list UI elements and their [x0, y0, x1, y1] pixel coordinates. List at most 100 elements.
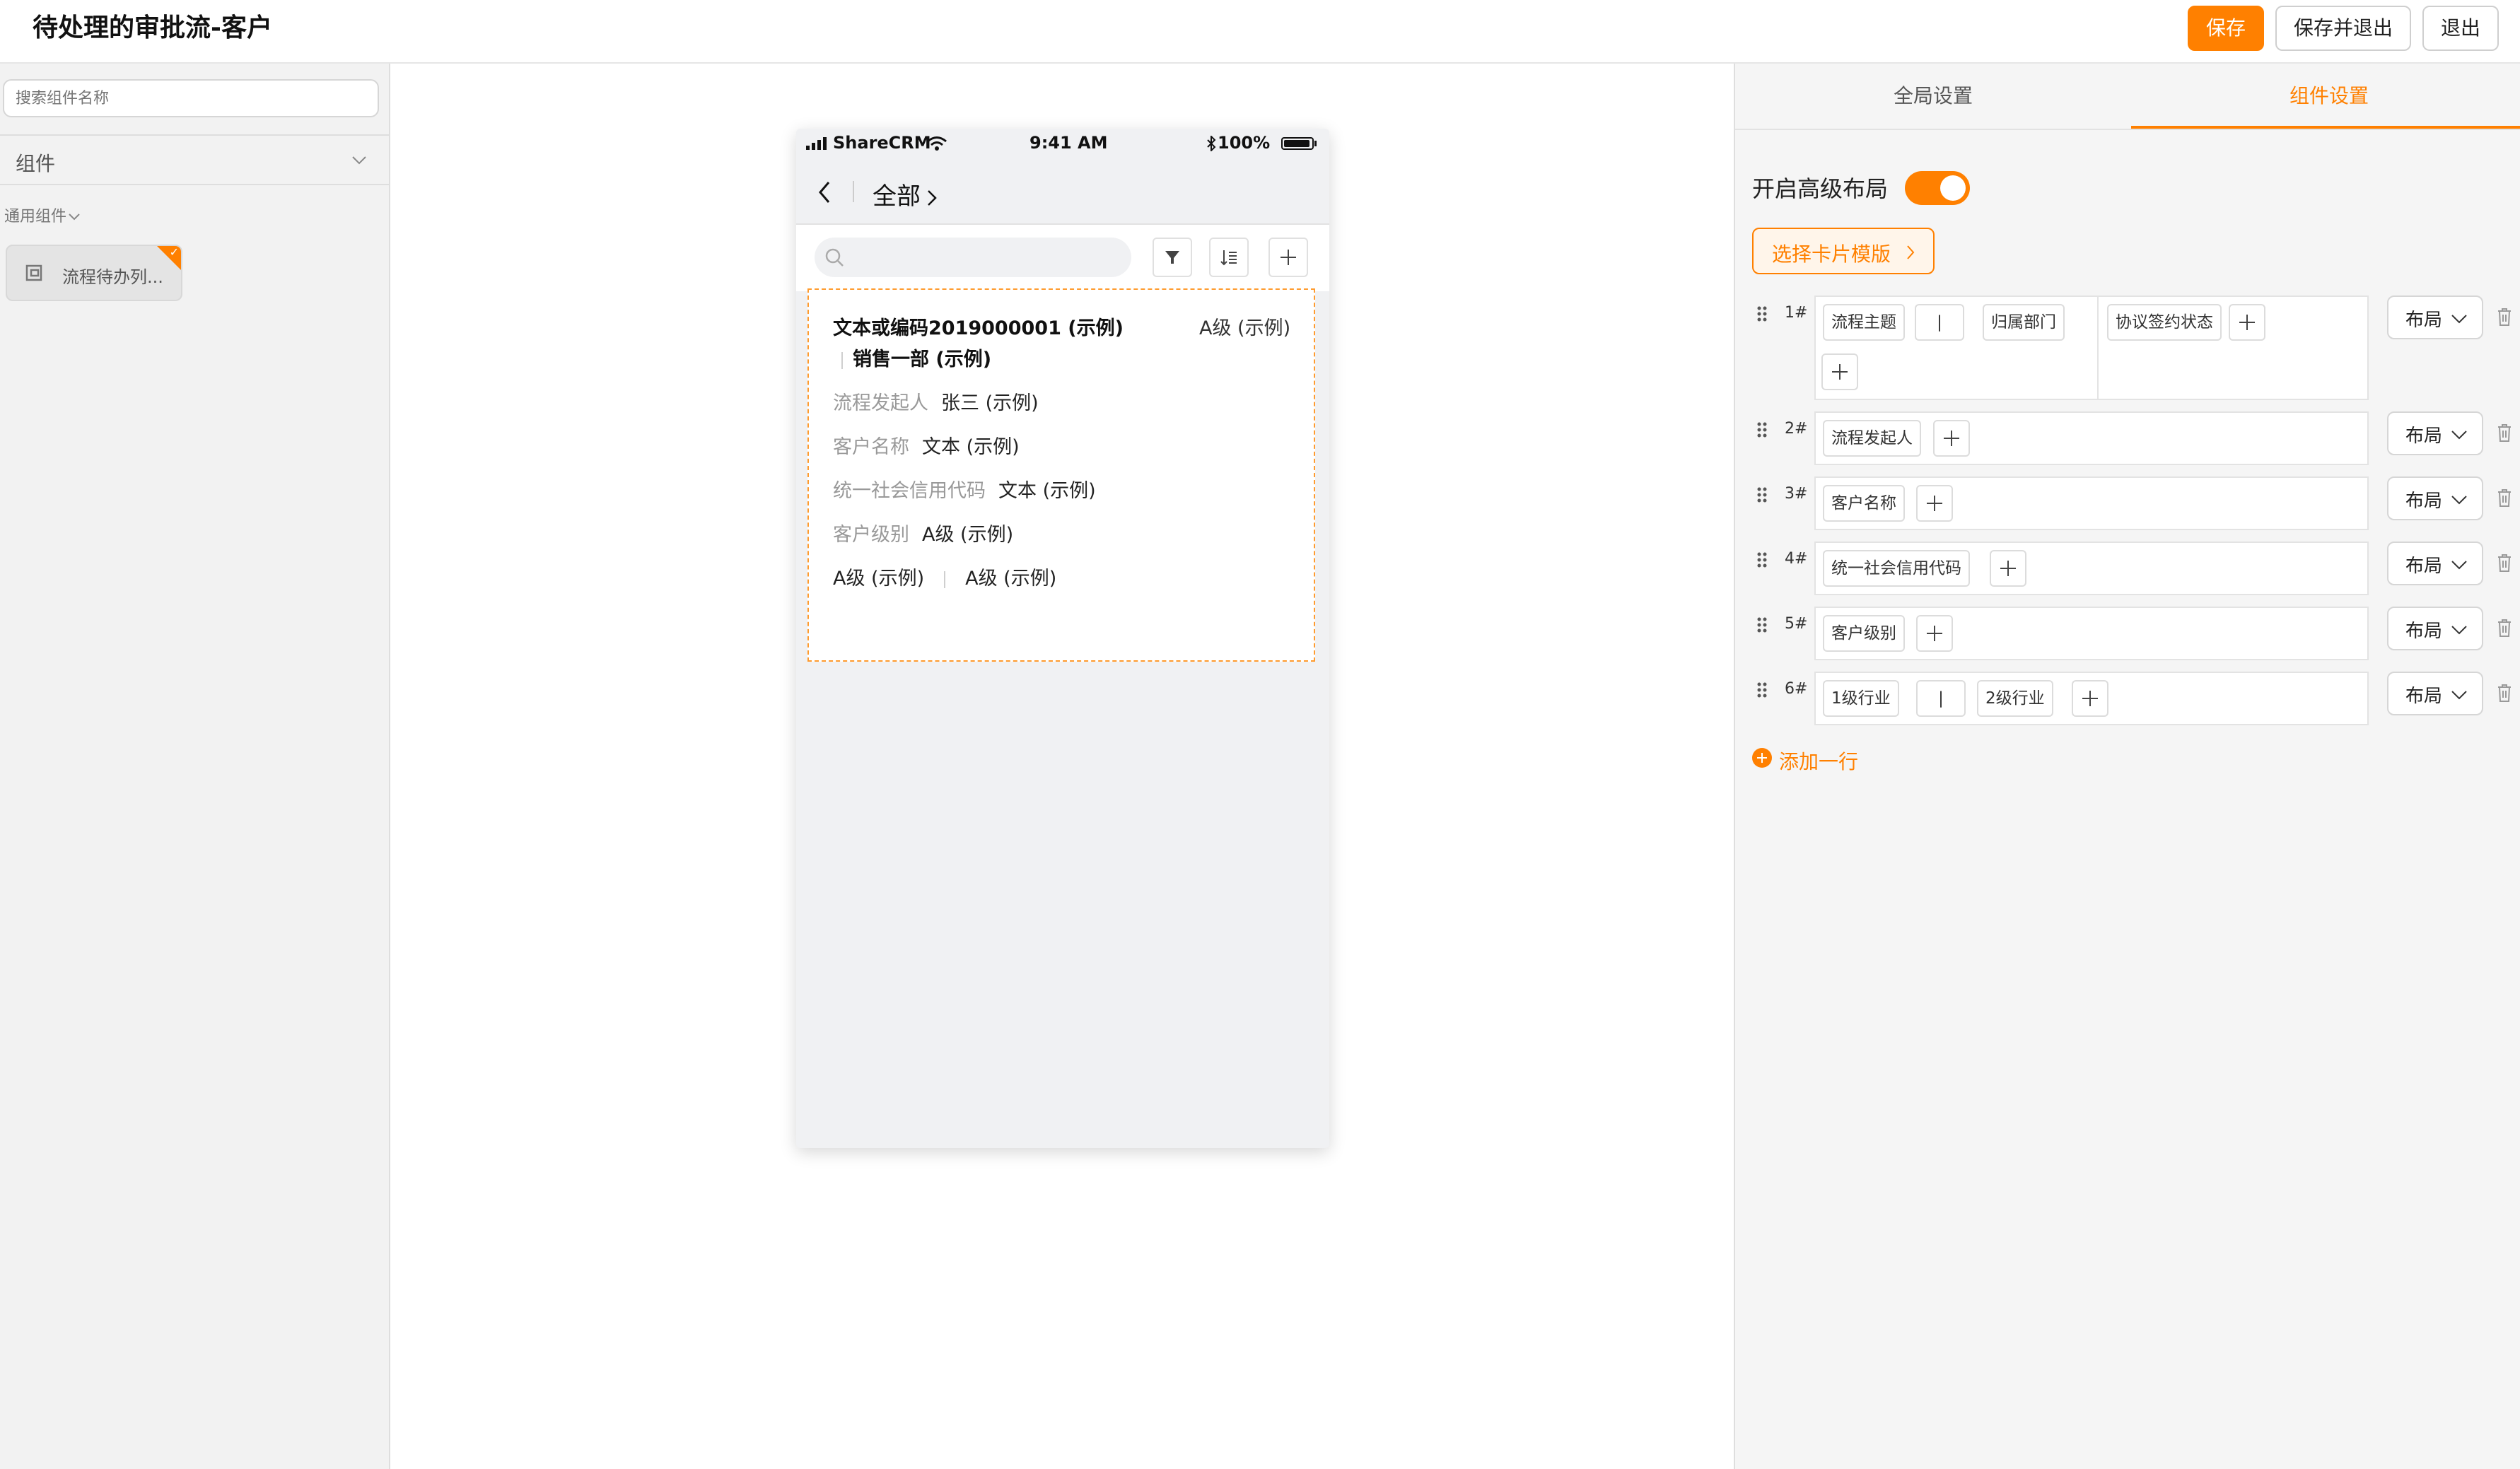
save-and-exit-button[interactable]: 保存并退出: [2275, 6, 2411, 51]
layout-row: 1# 流程主题 | 归属部门 协议签约状态 布局: [1735, 295, 2520, 400]
trash-icon[interactable]: [2496, 307, 2513, 327]
row-number: 3#: [1785, 485, 1808, 503]
separator-chip[interactable]: |: [1916, 680, 1966, 717]
chevron-right-icon: [928, 189, 937, 206]
component-search-box[interactable]: [3, 79, 379, 117]
bottom-right-value: A级 (示例): [965, 568, 1057, 590]
layout-row: 2# 流程发起人 布局: [1735, 411, 2520, 465]
layout-dropdown[interactable]: 布局: [2387, 411, 2483, 455]
field-chip[interactable]: 统一社会信用代码: [1823, 550, 1970, 587]
chevron-down-icon: [352, 156, 366, 165]
separator: [944, 570, 946, 588]
chevron-down-icon: [69, 213, 80, 221]
drag-handle-icon[interactable]: [1756, 421, 1768, 438]
common-components-section[interactable]: 通用组件: [4, 204, 81, 226]
drag-handle-icon[interactable]: [1756, 551, 1768, 568]
check-icon: ✓: [169, 245, 179, 259]
component-dropdown[interactable]: 组件: [0, 134, 389, 185]
back-icon[interactable]: [817, 181, 832, 204]
row-number: 5#: [1785, 615, 1808, 633]
tab-component-settings[interactable]: 组件设置: [2131, 81, 2520, 109]
settings-panel: 全局设置 组件设置 开启高级布局 选择卡片模版 1# 流程主题 | 归属部门 协…: [1734, 64, 2520, 1469]
add-column-button[interactable]: [1821, 353, 1858, 390]
trash-icon[interactable]: [2496, 553, 2513, 573]
toggle-knob: [1940, 175, 1966, 201]
add-circle-icon: [1752, 748, 1772, 768]
field-chip[interactable]: 1级行业: [1823, 680, 1899, 717]
layout-row: 3# 客户名称 布局: [1735, 476, 2520, 530]
layout-row: 6# 1级行业 | 2级行业 布局: [1735, 672, 2520, 725]
add-field-button[interactable]: [1916, 485, 1953, 522]
chevron-down-icon: [2451, 315, 2467, 324]
row-number: 1#: [1785, 304, 1808, 322]
layout-dropdown[interactable]: 布局: [2387, 476, 2483, 520]
drag-handle-icon[interactable]: [1756, 681, 1768, 698]
search-icon: [825, 248, 844, 267]
exit-button[interactable]: 退出: [2422, 6, 2499, 51]
drag-handle-icon[interactable]: [1756, 305, 1768, 322]
wifi-icon: [927, 136, 947, 151]
phone-preview: ShareCRM 9:41 AM 100% 全部 文本或编码2019000001…: [796, 129, 1329, 1148]
trash-icon[interactable]: [2496, 488, 2513, 508]
component-icon: [25, 264, 42, 281]
sort-button[interactable]: [1209, 238, 1249, 277]
field-chip[interactable]: 客户名称: [1823, 485, 1905, 522]
nav-title: 全部: [873, 182, 921, 211]
add-field-button[interactable]: [2229, 304, 2265, 341]
trash-icon[interactable]: [2496, 683, 2513, 703]
separator-chip[interactable]: |: [1915, 304, 1964, 341]
row-number: 4#: [1785, 550, 1808, 568]
add-row-label: 添加一行: [1779, 750, 1859, 773]
add-field-button[interactable]: [2072, 680, 2108, 717]
plus-icon: [1281, 250, 1296, 265]
top-bar: 待处理的审批流-客户 保存 保存并退出 退出: [0, 0, 2520, 64]
bluetooth-icon: [1207, 136, 1216, 151]
trash-icon[interactable]: [2496, 423, 2513, 443]
chevron-down-icon: [2451, 431, 2467, 440]
layout-dropdown[interactable]: 布局: [2387, 295, 2483, 339]
add-field-button[interactable]: [1933, 420, 1970, 457]
save-button[interactable]: 保存: [2188, 6, 2264, 51]
drag-handle-icon[interactable]: [1756, 486, 1768, 503]
advanced-layout-toggle[interactable]: [1905, 171, 1970, 205]
chevron-down-icon: [2451, 691, 2467, 700]
list-toolbar: [796, 225, 1329, 291]
field-chip[interactable]: 协议签约状态: [2107, 304, 2222, 341]
add-field-button[interactable]: [1990, 550, 2026, 587]
filter-button[interactable]: [1153, 238, 1192, 277]
signal-icon: [806, 137, 827, 150]
component-card-pending-list[interactable]: 流程待办列... ✓: [6, 245, 182, 301]
field-value: A级 (示例): [922, 524, 1014, 546]
field-value: 文本 (示例): [922, 436, 1020, 458]
add-button[interactable]: [1268, 238, 1308, 277]
page-title: 待处理的审批流-客户: [33, 13, 272, 42]
component-search-input[interactable]: [4, 81, 378, 116]
card-field-row: 客户级别 A级 (示例): [833, 519, 1013, 546]
layout-dropdown[interactable]: 布局: [2387, 542, 2483, 585]
list-search[interactable]: [815, 238, 1131, 277]
chevron-down-icon: [2451, 626, 2467, 635]
nav-title-filter[interactable]: 全部: [873, 177, 938, 211]
field-chip[interactable]: 流程发起人: [1823, 420, 1921, 457]
battery-tip: [1314, 141, 1317, 146]
field-value: 文本 (示例): [998, 480, 1096, 502]
trash-icon[interactable]: [2496, 618, 2513, 638]
field-chip[interactable]: 2级行业: [1977, 680, 2053, 717]
layout-dropdown[interactable]: 布局: [2387, 672, 2483, 715]
drag-handle-icon[interactable]: [1756, 616, 1768, 633]
add-field-button[interactable]: [1916, 615, 1953, 652]
layout-label: 布局: [2405, 556, 2443, 577]
list-card-preview[interactable]: 文本或编码2019000001 (示例) A级 (示例) 销售一部 (示例) 流…: [807, 288, 1315, 662]
field-chip[interactable]: 归属部门: [1983, 304, 2065, 341]
component-panel: 组件 通用组件 流程待办列... ✓: [0, 64, 390, 1469]
row-fields-box: 流程发起人: [1814, 411, 2369, 465]
row-fields-box: 1级行业 | 2级行业: [1814, 672, 2369, 725]
field-chip[interactable]: 流程主题: [1823, 304, 1905, 341]
row-number: 2#: [1785, 420, 1808, 438]
component-dropdown-label: 组件: [16, 152, 56, 175]
row-fields-box: 客户名称: [1814, 476, 2369, 530]
field-chip[interactable]: 客户级别: [1823, 615, 1905, 652]
layout-dropdown[interactable]: 布局: [2387, 607, 2483, 650]
tab-global-settings[interactable]: 全局设置: [1735, 81, 2131, 109]
select-card-template-button[interactable]: 选择卡片模版: [1752, 228, 1935, 274]
